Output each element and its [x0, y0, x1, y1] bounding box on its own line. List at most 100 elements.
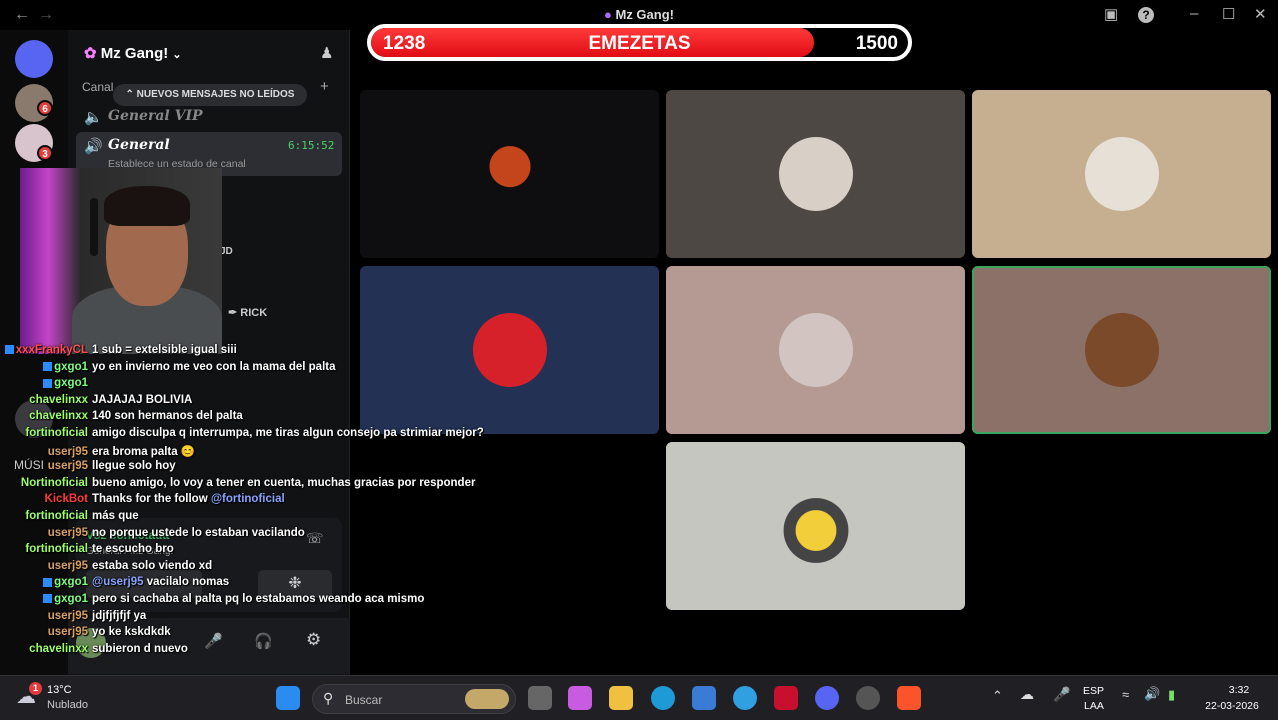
blurry-avatar: [778, 313, 853, 387]
video-tile[interactable]: [666, 90, 965, 258]
brave-icon[interactable]: [897, 686, 921, 710]
video-tile[interactable]: [666, 266, 965, 434]
server-name[interactable]: ✿ Mz Gang! ⌄: [84, 44, 182, 62]
app-icon[interactable]: [733, 686, 757, 710]
weather-badge: 1: [29, 682, 42, 695]
mic-tray-icon[interactable]: 🎤: [1053, 686, 1070, 703]
chat-username: userj95: [47, 460, 88, 473]
windows-taskbar: ☁ 1 13°C Nublado ⚲ Buscar ⌃ ☁ 🎤 ESP LAA …: [0, 675, 1278, 720]
chat-message: chavelinxx JAJAJAJ BOLIVIA: [0, 394, 192, 410]
chat-mention: @fortinoficial: [207, 493, 285, 506]
chat-username: Nortinoficial: [20, 476, 88, 489]
help-icon[interactable]: ?: [1138, 7, 1154, 23]
inbox-icon[interactable]: ▣: [1104, 5, 1118, 23]
search-placeholder: Buscar: [345, 693, 383, 707]
chat-badge-icon: [43, 362, 53, 372]
video-tile[interactable]: [972, 90, 1271, 258]
keyboard-layout[interactable]: LAA: [1084, 700, 1104, 712]
chat-username: gxgo1: [0, 361, 88, 373]
search-highlight-image: [465, 689, 509, 709]
goal-track: 1238 EMEZETAS 1500: [371, 28, 908, 57]
add-channel-icon[interactable]: +: [320, 78, 329, 95]
chat-username: userj95: [47, 526, 88, 539]
chat-message: userj95 llegue solo hoy: [0, 460, 176, 476]
chat-username: chavelinxx: [29, 642, 88, 655]
battery-icon[interactable]: ▮: [1168, 687, 1175, 703]
chat-text: era broma palta 😊: [92, 445, 196, 458]
chat-message: fortinoficial amigo disculpa q interrumpa…: [0, 427, 483, 443]
chat-username: userj95: [47, 609, 88, 622]
chat-message: userj95 era broma palta 😊: [0, 444, 195, 460]
chat-username: fortinoficial: [25, 510, 88, 522]
chat-badge-icon: [4, 345, 14, 355]
chat-text: 1 sub = extelsible igual siii: [92, 344, 237, 356]
chat-username: fortinoficial: [25, 543, 88, 556]
chat-text: más que: [92, 510, 139, 522]
chat-text: 140 son hermanos del palta: [92, 410, 243, 423]
copilot-icon[interactable]: [568, 686, 592, 710]
chat-message: Nortinoficial bueno amigo, lo voy a tener…: [0, 476, 476, 493]
chat-badge-icon: [43, 378, 53, 388]
mcafee-icon[interactable]: [774, 686, 798, 710]
task-view-icon[interactable]: [528, 686, 552, 710]
invite-people-icon[interactable]: ♟: [320, 44, 333, 62]
file-explorer-icon[interactable]: [609, 686, 633, 710]
chat-username: chavelinxx: [29, 393, 88, 406]
video-tile-speaking[interactable]: [972, 266, 1271, 434]
language-indicator[interactable]: ESP: [1083, 685, 1104, 697]
unread-badge-2: 3: [37, 145, 53, 161]
clock-date[interactable]: 22-03-2026: [1200, 700, 1264, 712]
goal-target: 1500: [855, 33, 898, 54]
headset-icon: [90, 198, 98, 256]
channel-name: General VIP: [108, 108, 203, 124]
discord-home-icon[interactable]: [15, 40, 53, 78]
windows-start-icon[interactable]: [276, 686, 300, 710]
taskbar-search[interactable]: ⚲ Buscar: [312, 684, 516, 714]
clock-time[interactable]: 3:32: [1228, 684, 1250, 696]
chat-message: userj95 yo ke kskdkdk: [0, 626, 171, 642]
chat-message: userj95 jdjfjfjfjf ya: [0, 609, 147, 626]
chat-username: gxgo1: [0, 576, 88, 588]
edge-icon[interactable]: [651, 686, 675, 710]
temperature[interactable]: 13°C: [47, 684, 72, 696]
wifi-icon[interactable]: ≈: [1122, 687, 1129, 702]
chat-text: subieron d nuevo: [92, 642, 188, 655]
new-messages-pill[interactable]: ⌃ NUEVOS MENSAJES NO LEÍDOS: [113, 84, 307, 106]
chat-text: te escucho bro: [92, 543, 174, 556]
close-button[interactable]: ✕: [1254, 5, 1267, 23]
chat-username: userj95: [47, 445, 88, 458]
chat-message: xxxFrankyCL 1 sub = extelsible igual siii: [0, 344, 237, 360]
chat-text: pero si cachaba al palta pq lo estabamos…: [92, 593, 425, 605]
volume-icon[interactable]: 🔊: [1144, 686, 1160, 702]
store-icon[interactable]: [692, 686, 716, 710]
voice-user-label: ✒ RICK: [228, 307, 268, 319]
chat-message: fortinoficial te escucho bro: [0, 543, 174, 559]
chat-badge-icon: [43, 577, 53, 587]
discord-taskbar-icon[interactable]: [815, 686, 839, 710]
chat-username: userj95: [47, 626, 88, 639]
onedrive-icon[interactable]: ☁: [1020, 686, 1034, 703]
chat-username: gxgo1: [0, 593, 88, 605]
crash-bandicoot-avatar: [472, 137, 547, 211]
chat-message: userj95 no porque ustede lo estaban vacil…: [0, 527, 305, 543]
minimize-button[interactable]: –: [1190, 5, 1198, 22]
stream-chat-overlay: xxxFrankyCL 1 sub = extelsible igual siii…: [0, 340, 520, 675]
obs-icon[interactable]: [856, 686, 880, 710]
chat-message: KickBot Thanks for the follow @fortinofic…: [0, 493, 285, 509]
video-tile[interactable]: [360, 90, 659, 258]
tray-chevron-icon[interactable]: ⌃: [992, 688, 1003, 704]
chat-text: Thanks for the follow @fortinoficial: [92, 493, 285, 506]
emezetas-goal-bar: 1238 EMEZETAS 1500: [367, 24, 912, 61]
chat-username: xxxFrankyCL: [0, 344, 88, 356]
dancer-avatar: [1084, 137, 1159, 211]
chat-message: fortinoficial más que: [0, 510, 139, 526]
weather-condition[interactable]: Nublado: [47, 699, 88, 711]
video-tile[interactable]: [666, 442, 965, 610]
minion-avatar: [770, 481, 861, 571]
chat-username: userj95: [47, 559, 88, 572]
chat-username: KickBot: [44, 493, 88, 506]
chat-text: yo ke kskdkdk: [92, 626, 171, 639]
maximize-button[interactable]: ☐: [1222, 5, 1235, 23]
chat-message: gxgo1 pero si cachaba al palta pq lo esta…: [0, 593, 424, 609]
cartoon-avatar: [1084, 313, 1159, 387]
